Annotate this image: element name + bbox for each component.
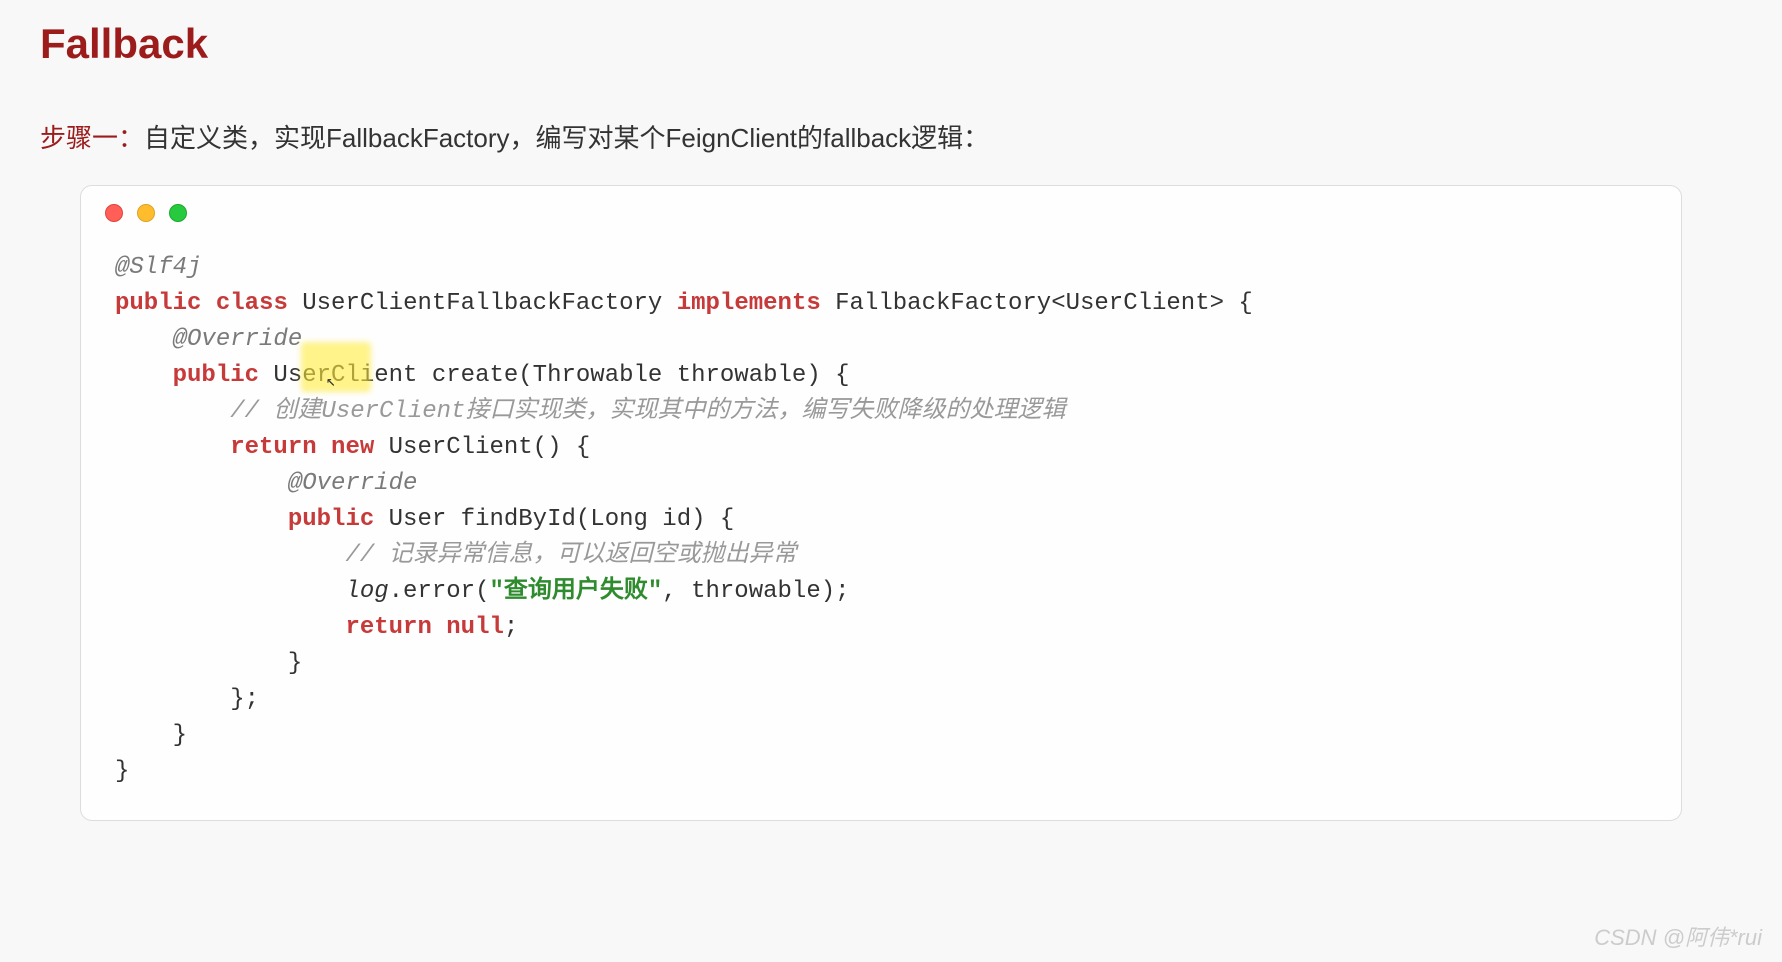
code-keyword: new xyxy=(317,434,375,461)
code-keyword: public xyxy=(115,506,374,533)
watermark: CSDN @阿伟*rui xyxy=(1594,920,1762,952)
maximize-icon xyxy=(169,204,187,222)
code-text: UserClient() { xyxy=(374,434,590,461)
step-description: 步骤一：自定义类，实现FallbackFactory，编写对某个FeignCli… xyxy=(40,118,1742,155)
step-text: 自定义类，实现FallbackFactory，编写对某个FeignClient的… xyxy=(144,123,989,153)
code-text: } xyxy=(115,650,302,677)
code-keyword: public xyxy=(115,290,201,317)
step-label: 步骤一： xyxy=(40,123,144,153)
code-text: ; xyxy=(504,614,518,641)
code-keyword: class xyxy=(216,290,288,317)
code-text: }; xyxy=(115,686,259,713)
code-keyword: public xyxy=(115,362,259,389)
code-text: } xyxy=(115,722,187,749)
code-keyword: return xyxy=(115,614,432,641)
code-text: UserClient create(Throwable throwable) { xyxy=(259,362,850,389)
code-content: ↖@Slf4j public class UserClientFallbackF… xyxy=(81,230,1681,820)
code-annotation: @Override xyxy=(115,326,302,353)
code-var: log xyxy=(115,578,389,605)
code-comment: // 创建UserClient接口实现类，实现其中的方法，编写失败降级的处理逻辑 xyxy=(115,398,1065,425)
code-text: FallbackFactory<UserClient> { xyxy=(821,290,1253,317)
code-text: UserClientFallbackFactory xyxy=(288,290,677,317)
code-comment: // 记录异常信息，可以返回空或抛出异常 xyxy=(115,542,797,569)
window-titlebar xyxy=(81,186,1681,230)
code-text: } xyxy=(115,758,129,785)
code-annotation: @Override xyxy=(115,470,417,497)
code-keyword: return xyxy=(115,434,317,461)
code-string: "查询用户失败" xyxy=(489,578,662,605)
code-text: User findById(Long id) { xyxy=(374,506,734,533)
close-icon xyxy=(105,204,123,222)
code-keyword: implements xyxy=(677,290,821,317)
code-annotation: @Slf4j xyxy=(115,254,201,281)
code-keyword: null xyxy=(432,614,504,641)
code-window: ↖@Slf4j public class UserClientFallbackF… xyxy=(80,185,1682,821)
minimize-icon xyxy=(137,204,155,222)
code-text: , throwable); xyxy=(662,578,849,605)
page-title: Fallback xyxy=(40,20,1742,68)
code-text: .error( xyxy=(389,578,490,605)
